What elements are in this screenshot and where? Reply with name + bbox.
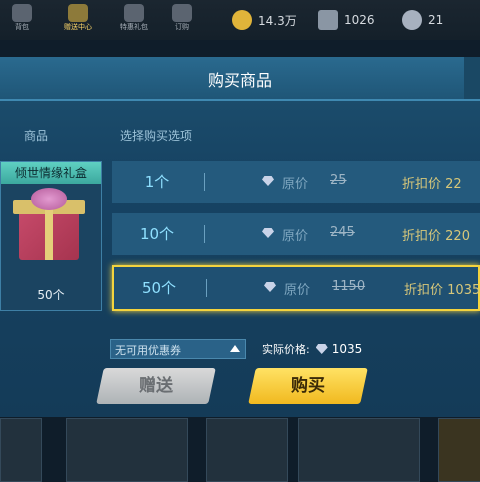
- backpack-icon: [12, 4, 32, 22]
- discount-price: 折扣价 22: [402, 173, 462, 192]
- option-10[interactable]: 10个 原价 245 折扣价 220: [112, 213, 480, 255]
- gift-bow-icon: [31, 188, 67, 210]
- actual-price: 实际价格: 1035: [262, 341, 362, 357]
- option-1[interactable]: 1个 原价 25 折扣价 22: [112, 161, 480, 203]
- original-price-label: 原价: [284, 283, 311, 298]
- tickets-value: 1026: [344, 13, 375, 27]
- diamond-icon: [402, 10, 422, 30]
- diamond-icon: [262, 176, 274, 186]
- tab-order-label: 订购: [175, 23, 189, 31]
- column-options-header: 选择购买选项: [120, 129, 193, 143]
- background-item: [206, 418, 288, 482]
- tab-backpack[interactable]: 背包: [4, 2, 40, 38]
- item-quantity: 50个: [37, 288, 65, 302]
- discount-price-label: 折扣价: [402, 177, 442, 192]
- diamond-icon: [264, 282, 276, 292]
- coupon-dropdown[interactable]: 无可用优惠券: [110, 339, 246, 359]
- discount-price-value: 1035: [447, 283, 480, 298]
- original-price: 245: [330, 225, 355, 240]
- discount-price-value: 220: [445, 229, 470, 244]
- discount-price-label: 折扣价: [404, 283, 444, 298]
- chevron-up-icon: [230, 345, 240, 352]
- column-item-header: 商品: [24, 129, 49, 143]
- close-icon[interactable]: [464, 57, 480, 99]
- option-divider: [204, 225, 205, 243]
- discount-price: 折扣价 1035: [404, 279, 480, 298]
- tab-order[interactable]: 订购: [164, 2, 200, 38]
- diamond-icon: [262, 228, 274, 238]
- original-price: 25: [330, 173, 347, 188]
- coins-counter[interactable]: 14.3万: [232, 10, 297, 30]
- top-bar: 背包 赠送中心 特惠礼包 订购 14.3万 1026 21: [0, 0, 480, 40]
- coin-icon: [232, 10, 252, 30]
- coupon-text: 无可用优惠券: [115, 344, 181, 357]
- ticket-icon: [318, 10, 338, 30]
- discount-price: 折扣价 220: [402, 225, 470, 244]
- actual-price-value: 1035: [331, 342, 363, 356]
- coins-value: 14.3万: [258, 13, 297, 28]
- option-50-selected[interactable]: 50个 原价 1150 折扣价 1035: [112, 265, 480, 311]
- tab-backpack-label: 背包: [15, 23, 29, 31]
- tickets-counter[interactable]: 1026: [318, 10, 375, 30]
- buy-button[interactable]: 购买: [248, 368, 368, 404]
- option-divider: [206, 279, 207, 297]
- gift-button[interactable]: 赠送: [96, 368, 216, 404]
- background-item: [298, 418, 420, 482]
- special-pack-icon: [124, 4, 144, 22]
- option-quantity: 10个: [139, 225, 175, 243]
- option-quantity: 50个: [141, 279, 177, 297]
- discount-price-value: 22: [445, 177, 462, 192]
- tab-gift-center-label: 赠送中心: [64, 23, 92, 31]
- diamond-icon: [315, 344, 328, 354]
- dialog-header: 购买商品: [0, 57, 480, 101]
- tab-gift-center[interactable]: 赠送中心: [60, 2, 96, 38]
- original-price-label: 原价: [282, 229, 309, 244]
- tab-special-pack[interactable]: 特惠礼包: [116, 2, 152, 38]
- dialog-title: 购买商品: [207, 71, 272, 90]
- gift-center-icon: [68, 4, 88, 22]
- background-item: [0, 418, 42, 482]
- original-price-label: 原价: [282, 177, 309, 192]
- discount-price-label: 折扣价: [402, 229, 442, 244]
- option-divider: [204, 173, 205, 191]
- original-price: 1150: [332, 279, 366, 294]
- tab-special-pack-label: 特惠礼包: [120, 23, 148, 31]
- background-item: [66, 418, 188, 482]
- background-item: [438, 418, 480, 482]
- actual-price-label: 实际价格:: [262, 343, 310, 356]
- buy-button-label: 购买: [291, 376, 325, 396]
- gift-button-label: 赠送: [139, 376, 173, 396]
- purchase-dialog: 购买商品 商品 选择购买选项 倾世情缘礼盒 50个 1个 原价 25 折扣价 2…: [0, 57, 480, 417]
- item-name: 倾世情缘礼盒: [1, 162, 101, 184]
- diamonds-counter[interactable]: 21: [402, 10, 443, 30]
- diamonds-value: 21: [428, 13, 444, 27]
- order-icon: [172, 4, 192, 22]
- item-card: 倾世情缘礼盒 50个: [0, 161, 102, 311]
- option-quantity: 1个: [144, 173, 170, 191]
